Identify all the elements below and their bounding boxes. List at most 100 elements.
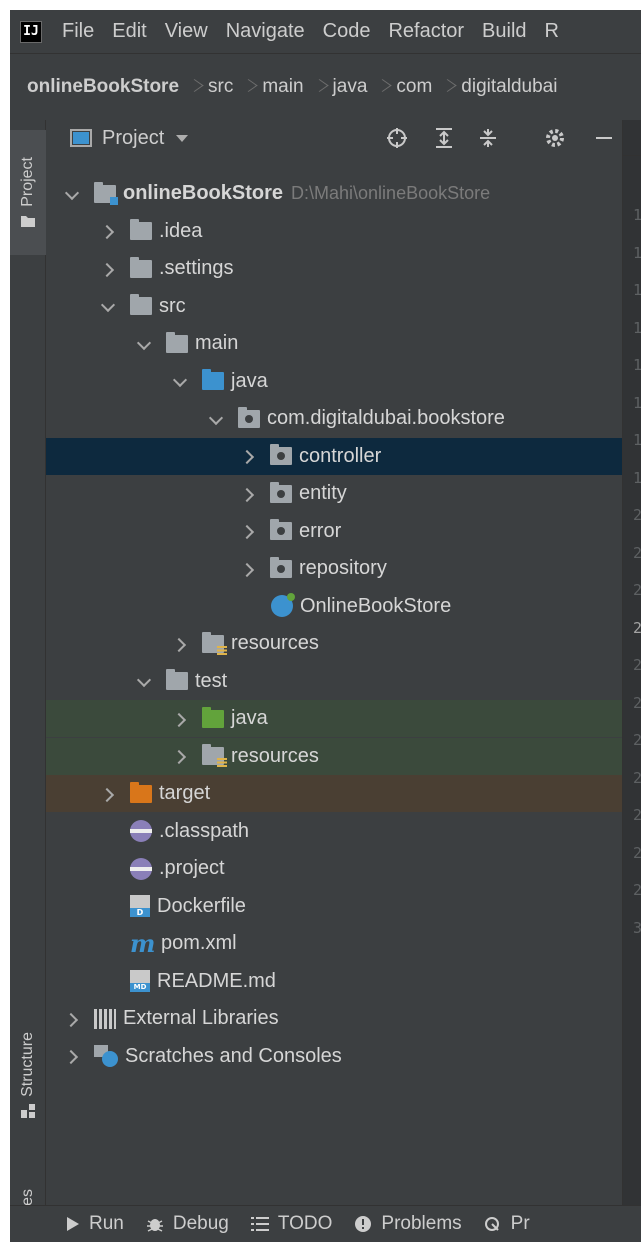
expand-all-icon[interactable] bbox=[432, 126, 456, 150]
tree-node-label: .project bbox=[159, 857, 225, 879]
line-number: 2 bbox=[633, 881, 641, 899]
chevron-right-icon[interactable] bbox=[242, 450, 254, 462]
profiler-tool-button[interactable]: Pr bbox=[484, 1213, 530, 1235]
tool-tab-structure[interactable]: Structure bbox=[10, 1010, 46, 1140]
scratches-icon bbox=[94, 1045, 118, 1067]
breadcrumb-separator bbox=[243, 77, 252, 97]
tree-node-src[interactable]: src bbox=[46, 288, 622, 325]
tree-node-test-java[interactable]: java bbox=[46, 700, 622, 737]
chevron-right-icon[interactable] bbox=[242, 525, 254, 537]
breadcrumb-item[interactable]: main bbox=[262, 76, 303, 98]
menu-code[interactable]: Code bbox=[323, 20, 371, 43]
tree-node-dockerfile[interactable]: Dockerfile bbox=[46, 888, 622, 925]
package-icon bbox=[270, 519, 292, 540]
chevron-down-icon[interactable] bbox=[176, 134, 189, 142]
menu-run-truncated[interactable]: R bbox=[545, 20, 559, 43]
tree-node-package[interactable]: com.digitaldubai.bookstore bbox=[46, 400, 622, 437]
tree-node-classpath[interactable]: .classpath bbox=[46, 813, 622, 850]
tool-tab-project[interactable]: Project bbox=[10, 130, 46, 255]
run-tool-button[interactable]: Run bbox=[66, 1213, 124, 1235]
line-number: 2 bbox=[633, 693, 641, 712]
tree-node-test[interactable]: test bbox=[46, 663, 622, 700]
tree-node-label: java bbox=[231, 707, 268, 729]
tree-node-main[interactable]: main bbox=[46, 325, 622, 362]
tree-node-scratches[interactable]: Scratches and Consoles bbox=[46, 1038, 622, 1075]
chevron-down-icon[interactable] bbox=[138, 675, 150, 687]
chevron-right-icon[interactable] bbox=[66, 1013, 78, 1025]
breadcrumb: onlineBookStore src main java com digita… bbox=[10, 65, 641, 109]
menu-build[interactable]: Build bbox=[482, 20, 526, 43]
tree-node-readme[interactable]: README.md bbox=[46, 963, 622, 1000]
tree-node-project-file[interactable]: .project bbox=[46, 850, 622, 887]
run-label: Run bbox=[89, 1213, 124, 1234]
gear-icon[interactable] bbox=[543, 126, 567, 150]
tree-node-root[interactable]: onlineBookStore D:\Mahi\onlineBookStore bbox=[46, 175, 622, 212]
chevron-right-icon[interactable] bbox=[174, 638, 186, 650]
editor-tab-strip bbox=[623, 120, 641, 156]
menu-edit[interactable]: Edit bbox=[112, 20, 146, 43]
chevron-down-icon[interactable] bbox=[210, 413, 222, 425]
chevron-down-icon[interactable] bbox=[66, 188, 78, 200]
tree-node-label: README.md bbox=[157, 969, 276, 992]
tree-node-label: Dockerfile bbox=[157, 894, 246, 917]
tree-node-repository[interactable]: repository bbox=[46, 550, 622, 587]
line-number: 3 bbox=[633, 918, 641, 937]
chevron-right-icon[interactable] bbox=[242, 563, 254, 575]
tree-node-controller[interactable]: controller bbox=[46, 437, 622, 475]
tree-node-entity[interactable]: entity bbox=[46, 475, 622, 512]
tree-node-settings[interactable]: .settings bbox=[46, 250, 622, 287]
chevron-down-icon[interactable] bbox=[102, 300, 114, 312]
tree-node-label: .idea bbox=[159, 219, 203, 242]
line-number: 1 bbox=[633, 281, 641, 299]
tree-node-app-class[interactable]: OnlineBookStore bbox=[46, 588, 622, 625]
chevron-right-icon[interactable] bbox=[174, 750, 186, 762]
tree-node-label: External Libraries bbox=[123, 1007, 279, 1029]
menu-navigate[interactable]: Navigate bbox=[226, 20, 305, 43]
tree-node-test-resources[interactable]: resources bbox=[46, 737, 622, 775]
tree-node-label: resources bbox=[231, 744, 319, 767]
chevron-right-icon[interactable] bbox=[102, 263, 114, 275]
eclipse-file-icon bbox=[130, 820, 152, 842]
chevron-down-icon[interactable] bbox=[174, 375, 186, 387]
tree-node-idea[interactable]: .idea bbox=[46, 213, 622, 250]
line-number: 1 bbox=[633, 356, 641, 374]
menu-file[interactable]: File bbox=[62, 20, 94, 43]
project-panel: Project onlineBookStore D:\Mahi\onlineBo… bbox=[46, 120, 622, 1205]
chevron-down-icon[interactable] bbox=[138, 338, 150, 350]
breadcrumb-item[interactable]: com bbox=[396, 76, 432, 98]
minimize-icon[interactable] bbox=[592, 126, 616, 150]
tree-node-external-libraries[interactable]: External Libraries bbox=[46, 1000, 622, 1037]
locate-icon[interactable] bbox=[385, 126, 409, 150]
project-panel-title[interactable]: Project bbox=[102, 127, 164, 150]
chevron-right-icon[interactable] bbox=[102, 225, 114, 237]
tree-node-resources[interactable]: resources bbox=[46, 625, 622, 662]
tree-node-java[interactable]: java bbox=[46, 363, 622, 400]
bottom-tool-bar: Run Debug TODO Problems Pr bbox=[10, 1205, 641, 1242]
tree-node-pom[interactable]: m pom.xml bbox=[46, 925, 622, 962]
dockerfile-icon bbox=[130, 895, 150, 917]
menu-refactor[interactable]: Refactor bbox=[388, 20, 464, 43]
collapse-all-icon[interactable] bbox=[476, 126, 500, 150]
debug-tool-button[interactable]: Debug bbox=[146, 1213, 229, 1235]
tree-node-target[interactable]: target bbox=[46, 775, 622, 812]
folder-icon bbox=[166, 669, 188, 690]
chevron-right-icon[interactable] bbox=[174, 713, 186, 725]
tree-node-error[interactable]: error bbox=[46, 513, 622, 550]
module-folder-icon bbox=[94, 181, 118, 205]
line-number: 2 bbox=[633, 581, 641, 599]
profiler-label: Pr bbox=[510, 1213, 530, 1234]
chevron-right-icon[interactable] bbox=[242, 488, 254, 500]
breadcrumb-item[interactable]: onlineBookStore bbox=[27, 76, 179, 98]
breadcrumb-item[interactable]: digitaldubai bbox=[461, 76, 557, 98]
breadcrumb-item[interactable]: src bbox=[208, 76, 233, 98]
chevron-right-icon[interactable] bbox=[66, 1050, 78, 1062]
tree-node-label: error bbox=[299, 519, 342, 542]
run-icon bbox=[67, 1217, 79, 1231]
breadcrumb-item[interactable]: java bbox=[333, 76, 368, 98]
chevron-right-icon[interactable] bbox=[102, 788, 114, 800]
line-number: 2 bbox=[633, 806, 641, 824]
todo-tool-button[interactable]: TODO bbox=[250, 1213, 332, 1235]
menu-view[interactable]: View bbox=[165, 20, 208, 43]
problems-tool-button[interactable]: Problems bbox=[354, 1213, 462, 1235]
tree-node-label: com.digitaldubai.bookstore bbox=[267, 407, 505, 429]
